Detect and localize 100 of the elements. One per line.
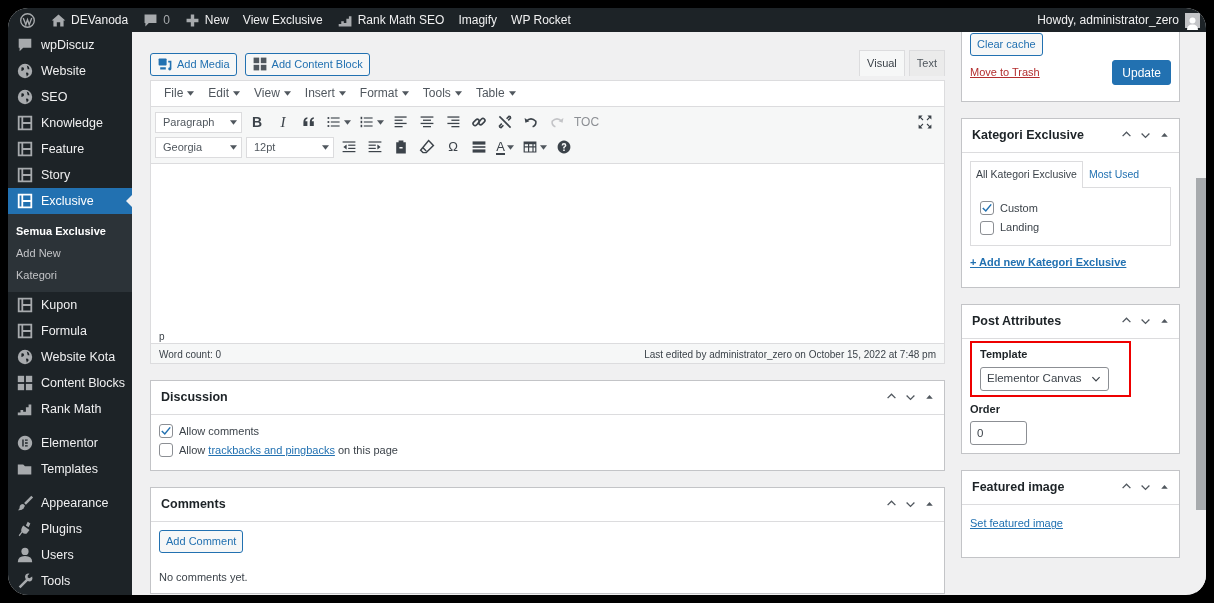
toolbar-link[interactable]: WP Rocket [511, 11, 571, 29]
caret-icon [540, 144, 547, 150]
greeting-text[interactable]: Howdy, administrator_zero [1037, 11, 1179, 29]
sidebar-menu-item[interactable]: Website [8, 58, 132, 84]
check-icon [160, 424, 172, 437]
submenu-item[interactable]: Semua Exclusive [8, 220, 132, 242]
box-title: Kategori Exclusive [972, 127, 1084, 145]
toolbar-link[interactable]: View Exclusive [242, 11, 323, 29]
elementor-logo-icon [16, 434, 34, 452]
caret-icon [454, 90, 462, 96]
grid-icon [251, 56, 268, 72]
menu-item[interactable]: Format [352, 84, 416, 102]
toolbar-link[interactable]: Imagify [458, 11, 498, 29]
sidebar-menu-item[interactable]: Formula [8, 318, 132, 344]
sidebar-menu-item[interactable]: Kupon [8, 292, 132, 318]
menu-item[interactable]: File [157, 84, 202, 102]
sidebar-menu-item[interactable]: Rank Math [8, 396, 132, 422]
word-count: Word count: 0 [159, 347, 222, 360]
trash-link[interactable]: Move to Trash [970, 64, 1040, 81]
menu-item[interactable]: Edit [201, 84, 248, 102]
sidebar-menu-item[interactable]: Appearance [8, 490, 132, 516]
caret-icon [506, 144, 514, 150]
dropdown[interactable]: Georgia [155, 136, 242, 158]
numbered-list-icon [359, 114, 375, 130]
sidebar-menu-item[interactable]: Knowledge [8, 110, 132, 136]
sidebar-menu-item[interactable]: Website Kota [8, 344, 132, 370]
menu-item[interactable]: Tools [415, 84, 469, 102]
italic-button[interactable]: I [272, 110, 294, 134]
checkbox[interactable] [980, 201, 994, 215]
category-label: Landing [1000, 220, 1040, 236]
template-select[interactable]: Elementor Canvas [980, 366, 1109, 391]
globe-icon [16, 88, 34, 106]
field-label: Order [970, 401, 1001, 417]
add-comment-button[interactable]: Add Comment [159, 529, 244, 553]
sidebar-menu-item[interactable]: Templates [8, 456, 132, 482]
layout-icon [16, 322, 34, 340]
submenu-item[interactable]: Kategori [8, 264, 132, 286]
add-block-button[interactable]: Add Content Block [244, 52, 370, 76]
grid-icon [16, 374, 34, 392]
dropdown[interactable]: 12pt [246, 136, 334, 158]
add-media-button[interactable]: Add Media [150, 52, 237, 76]
box-title: Post Attributes [972, 313, 1062, 331]
caret-icon [344, 119, 351, 125]
checkbox[interactable] [980, 220, 994, 235]
brush-icon [16, 494, 34, 512]
category-tab[interactable]: All Kategori Exclusive [970, 161, 1083, 188]
option-label: Allow trackbacks and pingbacks on this page [179, 443, 398, 458]
text-color-button[interactable]: A [494, 135, 516, 159]
set-featured-image-link[interactable]: Set featured image [970, 517, 1063, 530]
dropdown[interactable]: Paragraph [155, 111, 242, 133]
editor-tab[interactable]: Text [908, 50, 945, 76]
toolbar-link[interactable]: DEVanoda [71, 11, 129, 29]
sidebar-menu-item[interactable]: wpDiscuz [8, 32, 132, 58]
sidebar-menu-item[interactable]: Tools [8, 568, 132, 594]
fullscreen-icon [917, 114, 933, 130]
sidebar-menu-item[interactable]: Plugins [8, 516, 132, 542]
bold-button[interactable]: B [246, 110, 268, 134]
trackbacks-link[interactable]: trackbacks and pingbacks [208, 444, 335, 456]
indent-icon [367, 139, 383, 155]
toolbar-link[interactable]: New [204, 11, 229, 29]
clear-cache-button[interactable]: Clear cache [970, 33, 1043, 56]
sidebar-menu-item[interactable]: SEO [8, 84, 132, 110]
checkbox[interactable] [159, 423, 173, 438]
editor-tab[interactable]: Visual [859, 50, 905, 76]
box-title: Discussion [161, 388, 228, 406]
caret-icon [233, 90, 241, 96]
wordpress-logo-icon [19, 11, 36, 29]
caret-icon [283, 90, 291, 96]
update-button[interactable]: Update [1112, 60, 1171, 85]
special-character-button[interactable]: Ω [442, 135, 464, 159]
clipboard-icon [393, 139, 409, 155]
category-tab[interactable]: Most Used [1082, 161, 1146, 188]
menu-item[interactable]: Insert [297, 84, 353, 102]
unlink-icon [497, 114, 513, 130]
menu-item[interactable]: Table [468, 84, 523, 102]
field-label: Template [980, 347, 1029, 363]
sidebar-menu-item[interactable]: Story [8, 162, 132, 188]
sidebar-menu-item[interactable]: Content Blocks [8, 370, 132, 396]
caret-icon [377, 119, 384, 125]
checkbox[interactable] [159, 443, 173, 458]
wrench-icon [16, 572, 34, 590]
submenu-item[interactable]: Add New [8, 242, 132, 264]
sidebar-menu-item[interactable]: Exclusive [8, 188, 132, 214]
scrollbar-thumb[interactable] [1196, 178, 1206, 510]
sidebar-menu-item[interactable]: Feature [8, 136, 132, 162]
avatar-icon[interactable] [1185, 12, 1200, 28]
toolbar-link[interactable]: Rank Math SEO [357, 11, 445, 29]
outdent-icon [341, 139, 357, 155]
globe-icon [16, 62, 34, 80]
sidebar-menu-item[interactable]: Users [8, 542, 132, 568]
layout-icon [16, 114, 34, 132]
sidebar-menu-item[interactable]: Elementor [8, 430, 132, 456]
order-field[interactable]: 0 [970, 421, 1027, 446]
toolbar-link[interactable]: 0 [163, 11, 170, 29]
add-category-link[interactable]: + Add new Kategori Exclusive [970, 253, 1127, 271]
menu-item[interactable]: View [247, 84, 298, 102]
media-icon [157, 56, 173, 72]
align-left-icon [393, 114, 409, 130]
table-icon [522, 139, 538, 155]
element-path: p [159, 330, 165, 342]
